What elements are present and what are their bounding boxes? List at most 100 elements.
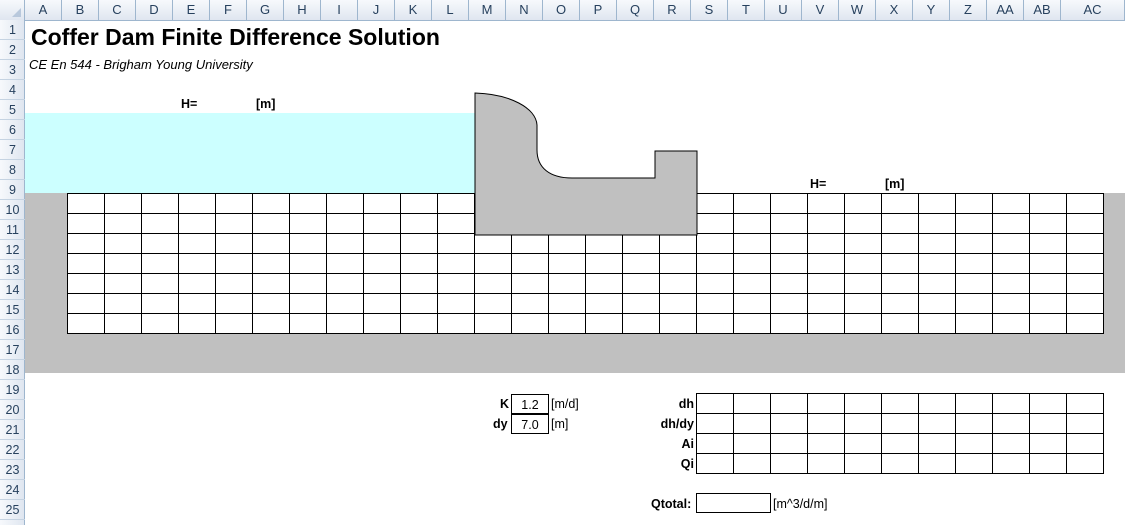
- fd-mesh-cell[interactable]: [770, 253, 808, 274]
- fd-mesh-cell[interactable]: [807, 213, 845, 234]
- fd-mesh-cell[interactable]: [881, 313, 919, 334]
- fd-mesh-cell[interactable]: [400, 213, 438, 234]
- column-header-u[interactable]: U: [765, 0, 802, 20]
- result-cell[interactable]: [733, 453, 771, 474]
- fd-mesh-cell[interactable]: [733, 193, 771, 214]
- fd-mesh-cell[interactable]: [585, 233, 623, 254]
- downstream-h-unit[interactable]: [m]: [885, 177, 904, 191]
- fd-mesh-cell[interactable]: [474, 313, 512, 334]
- fd-mesh-cell[interactable]: [104, 233, 142, 254]
- result-cell[interactable]: [881, 453, 919, 474]
- result-cell[interactable]: [696, 393, 734, 414]
- fd-mesh-cell[interactable]: [992, 253, 1030, 274]
- row-header-17[interactable]: 17: [0, 340, 25, 360]
- fd-mesh-cell[interactable]: [363, 253, 401, 274]
- fd-mesh-grid[interactable]: [67, 193, 1104, 334]
- column-header-b[interactable]: B: [62, 0, 99, 20]
- fd-mesh-cell[interactable]: [104, 313, 142, 334]
- fd-mesh-cell[interactable]: [733, 293, 771, 314]
- result-cell[interactable]: [1029, 393, 1067, 414]
- row-header-12[interactable]: 12: [0, 240, 25, 260]
- fd-mesh-cell[interactable]: [67, 293, 105, 314]
- result-cell[interactable]: [696, 433, 734, 454]
- fd-mesh-cell[interactable]: [1066, 293, 1104, 314]
- fd-mesh-cell[interactable]: [289, 293, 327, 314]
- fd-mesh-cell[interactable]: [548, 313, 586, 334]
- fd-mesh-cell[interactable]: [955, 213, 993, 234]
- fd-mesh-cell[interactable]: [252, 213, 290, 234]
- column-header-aa[interactable]: AA: [987, 0, 1024, 20]
- result-cell[interactable]: [955, 453, 993, 474]
- fd-mesh-cell[interactable]: [474, 213, 512, 234]
- row-header-24[interactable]: 24: [0, 480, 25, 500]
- column-header-j[interactable]: J: [358, 0, 395, 20]
- fd-mesh-cell[interactable]: [844, 273, 882, 294]
- fd-mesh-cell[interactable]: [918, 313, 956, 334]
- result-cell[interactable]: [918, 453, 956, 474]
- fd-mesh-cell[interactable]: [363, 273, 401, 294]
- column-header-a[interactable]: A: [25, 0, 62, 20]
- fd-mesh-cell[interactable]: [215, 273, 253, 294]
- fd-mesh-cell[interactable]: [696, 293, 734, 314]
- fd-mesh-cell[interactable]: [437, 233, 475, 254]
- fd-mesh-cell[interactable]: [770, 193, 808, 214]
- fd-mesh-cell[interactable]: [1029, 313, 1067, 334]
- fd-mesh-cell[interactable]: [585, 193, 623, 214]
- fd-mesh-cell[interactable]: [992, 313, 1030, 334]
- result-cell[interactable]: [1029, 433, 1067, 454]
- fd-mesh-cell[interactable]: [918, 193, 956, 214]
- upstream-h-unit[interactable]: [m]: [256, 97, 275, 111]
- fd-mesh-cell[interactable]: [326, 253, 364, 274]
- result-cell[interactable]: [955, 393, 993, 414]
- result-cell[interactable]: [770, 413, 808, 434]
- fd-mesh-cell[interactable]: [955, 273, 993, 294]
- result-cell[interactable]: [1029, 413, 1067, 434]
- fd-mesh-cell[interactable]: [992, 193, 1030, 214]
- dy-input[interactable]: 7.0: [511, 414, 549, 434]
- fd-mesh-cell[interactable]: [511, 313, 549, 334]
- fd-mesh-cell[interactable]: [622, 233, 660, 254]
- fd-mesh-cell[interactable]: [178, 253, 216, 274]
- fd-mesh-cell[interactable]: [178, 313, 216, 334]
- fd-mesh-cell[interactable]: [918, 273, 956, 294]
- result-cell[interactable]: [1066, 433, 1104, 454]
- fd-mesh-cell[interactable]: [474, 293, 512, 314]
- column-header-i[interactable]: I: [321, 0, 358, 20]
- fd-mesh-cell[interactable]: [104, 253, 142, 274]
- result-cell[interactable]: [807, 393, 845, 414]
- column-header-c[interactable]: C: [99, 0, 136, 20]
- fd-mesh-cell[interactable]: [548, 193, 586, 214]
- result-cell[interactable]: [955, 413, 993, 434]
- fd-mesh-cell[interactable]: [696, 273, 734, 294]
- fd-mesh-cell[interactable]: [215, 193, 253, 214]
- upstream-h-label[interactable]: H=: [181, 97, 197, 111]
- row-header-19[interactable]: 19: [0, 380, 25, 400]
- fd-mesh-cell[interactable]: [141, 233, 179, 254]
- fd-mesh-cell[interactable]: [733, 273, 771, 294]
- fd-mesh-cell[interactable]: [881, 293, 919, 314]
- k-input[interactable]: 1.2: [511, 394, 549, 414]
- row-header-9[interactable]: 9: [0, 180, 25, 200]
- column-header-e[interactable]: E: [173, 0, 210, 20]
- fd-mesh-cell[interactable]: [585, 313, 623, 334]
- row-header-15[interactable]: 15: [0, 300, 25, 320]
- row-header-3[interactable]: 3: [0, 60, 25, 80]
- row-header-21[interactable]: 21: [0, 420, 25, 440]
- fd-mesh-cell[interactable]: [141, 313, 179, 334]
- fd-mesh-cell[interactable]: [178, 213, 216, 234]
- fd-mesh-cell[interactable]: [104, 193, 142, 214]
- fd-mesh-cell[interactable]: [326, 273, 364, 294]
- fd-mesh-cell[interactable]: [548, 213, 586, 234]
- result-cell[interactable]: [1066, 413, 1104, 434]
- fd-mesh-cell[interactable]: [252, 233, 290, 254]
- result-cell[interactable]: [918, 413, 956, 434]
- fd-mesh-cell[interactable]: [289, 193, 327, 214]
- fd-mesh-cell[interactable]: [770, 293, 808, 314]
- fd-mesh-cell[interactable]: [400, 273, 438, 294]
- fd-mesh-cell[interactable]: [215, 253, 253, 274]
- fd-mesh-cell[interactable]: [881, 193, 919, 214]
- fd-mesh-cell[interactable]: [1066, 273, 1104, 294]
- column-header-ab[interactable]: AB: [1024, 0, 1061, 20]
- fd-mesh-cell[interactable]: [1029, 293, 1067, 314]
- fd-mesh-cell[interactable]: [1029, 273, 1067, 294]
